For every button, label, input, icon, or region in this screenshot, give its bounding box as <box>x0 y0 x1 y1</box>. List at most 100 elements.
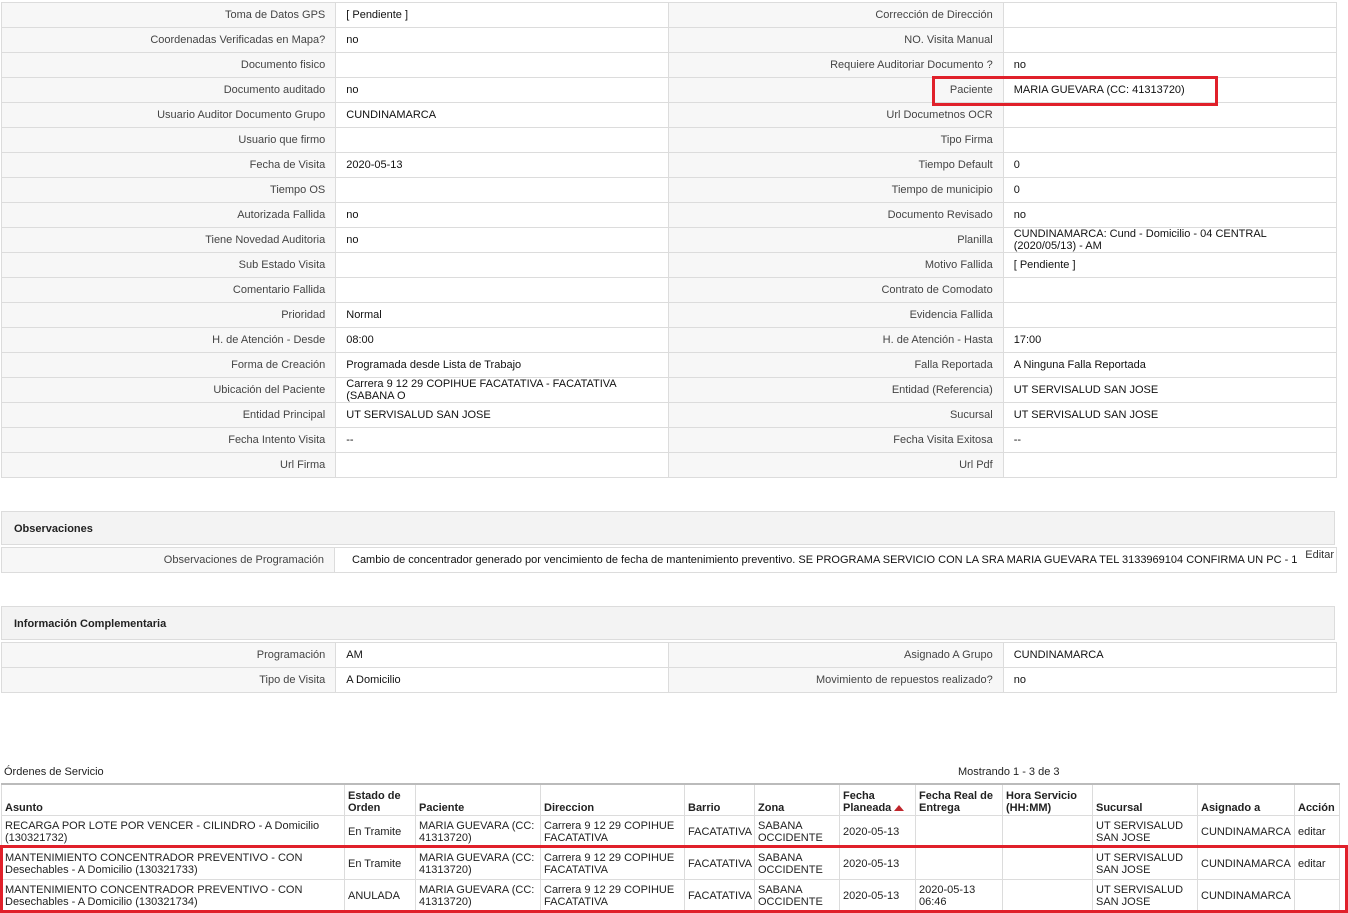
field-value: 17:00 <box>1002 327 1338 353</box>
detail-row: Sub Estado Visita Motivo Fallida[ Pendien… <box>0 252 1338 278</box>
field-label: Fecha de Visita <box>0 152 337 178</box>
table-cell: MARIA GUEVARA (CC: 41313720) <box>415 847 541 880</box>
edit-order-link[interactable]: editar <box>1298 858 1326 870</box>
field-value: 0 <box>1002 177 1338 203</box>
table-cell: En Tramite <box>344 847 416 880</box>
ordenes-count: Mostrando 1 - 3 de 3 <box>958 766 1060 778</box>
column-header[interactable]: Acción <box>1294 783 1340 816</box>
table-cell: UT SERVISALUD SAN JOSE <box>1092 847 1198 880</box>
column-header-label: Asignado a <box>1201 802 1261 814</box>
detail-row: Tiene Novedad Auditoria no Planilla CUNDINA… <box>0 227 1338 253</box>
column-header[interactable]: Paciente <box>415 783 541 816</box>
table-cell: ANULADA <box>344 879 416 912</box>
field-value: MARIA GUEVARA (CC: 41313720) <box>1002 77 1338 103</box>
detail-row: Url Firma Url Pdf <box>0 452 1338 478</box>
field-label: Planilla <box>668 227 1004 253</box>
sort-ascending-icon <box>894 805 905 812</box>
column-header[interactable]: Asunto <box>1 783 345 816</box>
column-header-label: Barrio <box>688 802 721 814</box>
field-label: Documento fisico <box>0 52 337 78</box>
table-cell: editar <box>1294 847 1340 880</box>
field-label: Tipo Firma <box>668 127 1004 153</box>
detail-row: Coordenadas Verificadas en Mapa? no NO. Vi… <box>0 27 1338 53</box>
field-label: Tiempo OS <box>0 177 337 203</box>
column-header[interactable]: Fecha Real de Entrega <box>915 783 1003 816</box>
detail-row: Fecha de Visita 2020-05-13 Tiempo Default 0 <box>0 152 1338 178</box>
table-cell: CUNDINAMARCA <box>1197 815 1295 848</box>
field-label: Url Firma <box>0 452 337 478</box>
field-label: H. de Atención - Hasta <box>668 327 1004 353</box>
table-cell: Carrera 9 12 29 COPIHUE FACATATIVA <box>540 815 685 848</box>
table-cell: RECARGA POR LOTE POR VENCER - CILINDRO -… <box>1 815 345 848</box>
observaciones-row: Observaciones de Programación Cambio de … <box>1 547 1337 573</box>
field-value <box>335 127 670 153</box>
table-cell: editar <box>1294 815 1340 848</box>
table-cell: En Tramite <box>344 815 416 848</box>
field-label: Documento auditado <box>0 77 337 103</box>
column-header[interactable]: Estado de Orden <box>344 783 416 816</box>
complementaria-table: Programación AM Asignado A Grupo CUNDINAMAR… <box>0 642 1338 693</box>
field-value <box>1002 302 1338 328</box>
field-value: -- <box>1002 427 1338 453</box>
edit-order-link[interactable]: editar <box>1298 826 1326 838</box>
table-cell: SABANA OCCIDENTE <box>754 879 840 912</box>
detail-row: Toma de Datos GPS[ Pendiente ] Corrección… <box>0 2 1338 28</box>
column-header[interactable]: Direccion <box>540 783 685 816</box>
field-value: UT SERVISALUD SAN JOSE <box>1002 402 1338 428</box>
detail-row: Fecha Intento Visita -- Fecha Visita Exito… <box>0 427 1338 453</box>
field-value: UT SERVISALUD SAN JOSE <box>335 402 670 428</box>
table-cell: FACATATIVA <box>684 815 755 848</box>
field-value: A Ninguna Falla Reportada <box>1002 352 1338 378</box>
column-header[interactable]: Asignado a <box>1197 783 1295 816</box>
field-label: Fecha Intento Visita <box>0 427 337 453</box>
column-header[interactable]: Barrio <box>684 783 755 816</box>
table-cell: MANTENIMIENTO CONCENTRADOR PREVENTIVO - … <box>1 879 345 912</box>
field-label: Falla Reportada <box>668 352 1004 378</box>
field-label: Paciente <box>668 77 1004 103</box>
field-value: A Domicilio <box>335 667 670 693</box>
field-value <box>335 452 670 478</box>
table-cell <box>1294 879 1340 912</box>
field-value: -- <box>335 427 670 453</box>
field-label: Contrato de Comodato <box>668 277 1004 303</box>
table-cell: MARIA GUEVARA (CC: 41313720) <box>415 879 541 912</box>
table-cell: MARIA GUEVARA (CC: 41313720) <box>415 815 541 848</box>
ordenes-title: Órdenes de Servicio <box>4 766 104 778</box>
column-header-label: Paciente <box>419 802 465 814</box>
table-cell: SABANA OCCIDENTE <box>754 847 840 880</box>
table-cell: FACATATIVA <box>684 879 755 912</box>
column-header[interactable]: Zona <box>754 783 840 816</box>
field-label: H. de Atención - Desde <box>0 327 337 353</box>
field-label: Programación <box>0 642 337 668</box>
field-value <box>1002 102 1338 128</box>
field-label: Usuario Auditor Documento Grupo <box>0 102 337 128</box>
field-value: no <box>1002 202 1338 228</box>
field-value <box>335 177 670 203</box>
field-label: Forma de Creación <box>0 352 337 378</box>
column-header-label: Acción <box>1298 802 1335 814</box>
observaciones-label: Observaciones de Programación <box>2 548 335 572</box>
table-cell <box>1002 815 1093 848</box>
field-label: Fecha Visita Exitosa <box>668 427 1004 453</box>
column-header[interactable]: Hora Servicio (HH:MM) <box>1002 783 1093 816</box>
column-header[interactable]: Fecha Planeada <box>839 783 916 816</box>
column-header-label: Fecha Planeada <box>843 790 892 814</box>
field-value <box>1002 27 1338 53</box>
detail-row: Comentario Fallida Contrato de Comodato <box>0 277 1338 303</box>
complementaria-row: Tipo de Visita A Domicilio Movimiento de r… <box>0 667 1338 693</box>
column-header[interactable]: Sucursal <box>1092 783 1198 816</box>
table-cell: 2020-05-13 <box>839 879 916 912</box>
table-cell: FACATATIVA <box>684 847 755 880</box>
field-value: CUNDINAMARCA <box>335 102 670 128</box>
table-row: MANTENIMIENTO CONCENTRADOR PREVENTIVO - … <box>1 879 1340 912</box>
observaciones-edit-link[interactable]: Editar <box>1305 549 1334 561</box>
field-label: Sucursal <box>668 402 1004 428</box>
field-label: Ubicación del Paciente <box>0 377 337 403</box>
field-value: 08:00 <box>335 327 670 353</box>
field-label: Movimiento de repuestos realizado? <box>668 667 1004 693</box>
column-header-label: Hora Servicio (HH:MM) <box>1006 790 1077 814</box>
field-value: no <box>335 27 670 53</box>
table-cell: SABANA OCCIDENTE <box>754 815 840 848</box>
table-cell <box>915 847 1003 880</box>
field-label: Tiempo de municipio <box>668 177 1004 203</box>
